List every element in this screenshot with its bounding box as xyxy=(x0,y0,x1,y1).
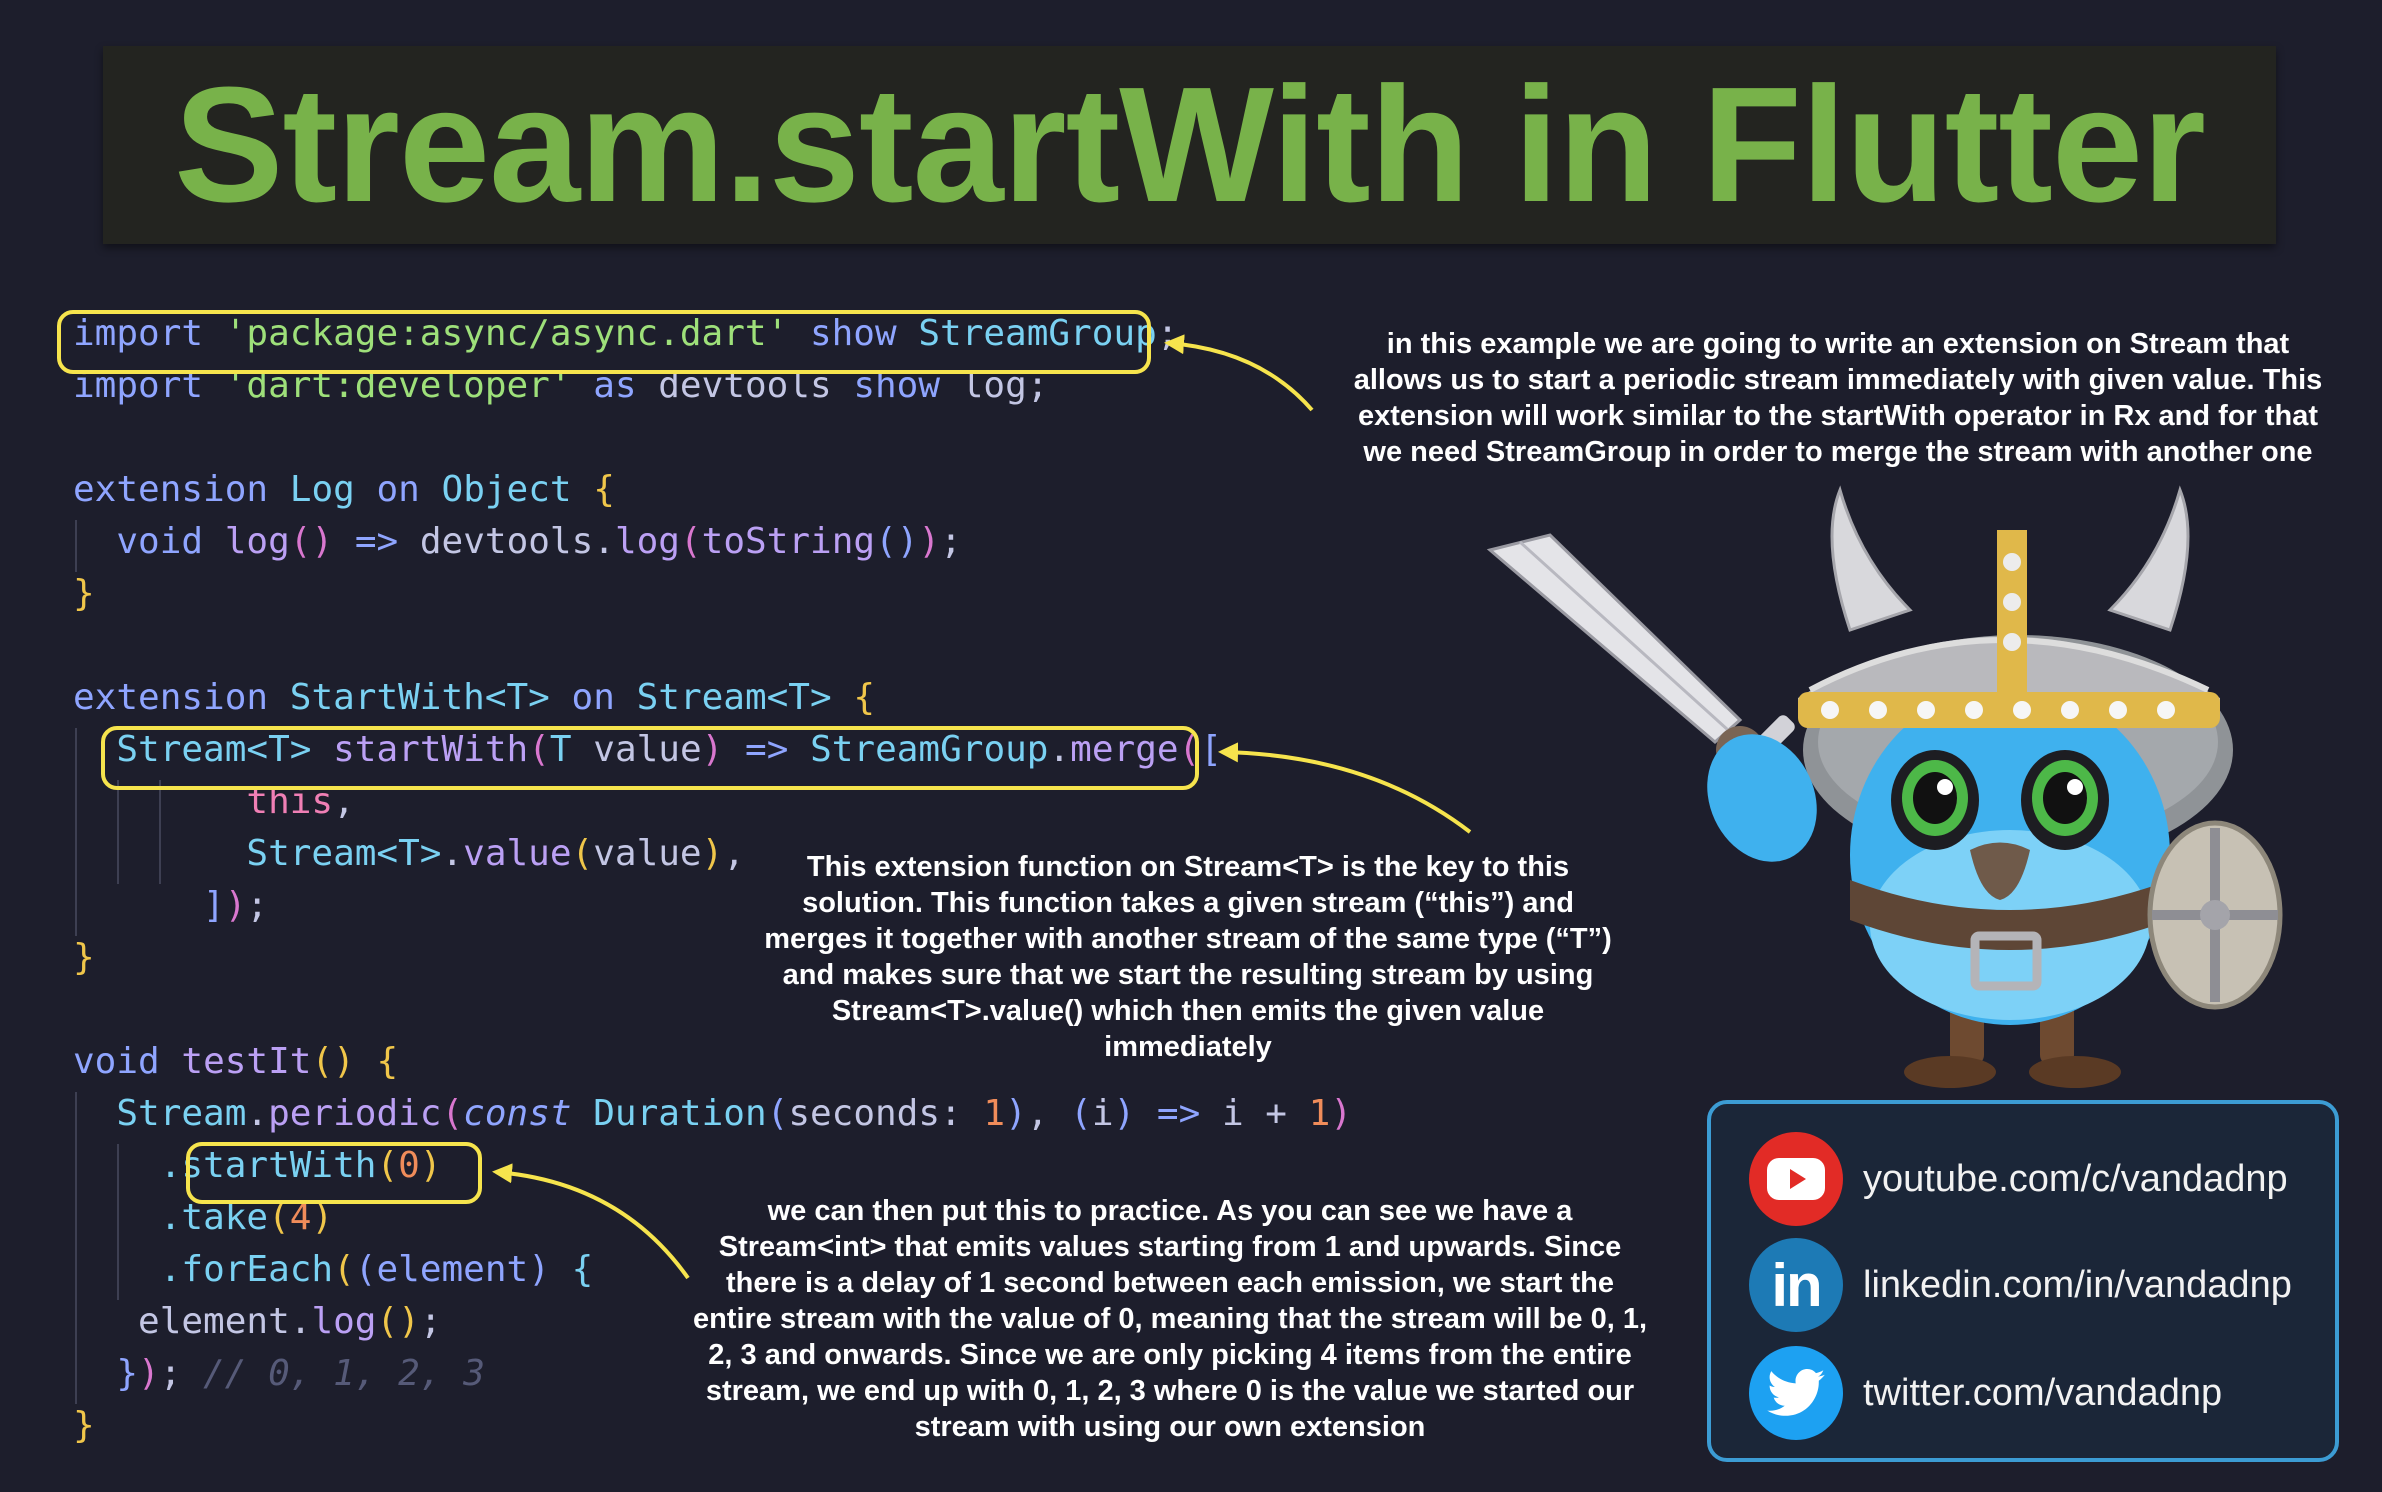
shield-icon xyxy=(2147,820,2283,1010)
youtube-icon xyxy=(1749,1132,1843,1226)
note-bottom: we can then put this to practice. As you… xyxy=(692,1195,1648,1443)
social-twitter-link[interactable]: twitter.com/vandadnp xyxy=(1749,1346,2222,1440)
arrow-to-signature xyxy=(1218,742,1472,834)
dash-viking-mascot-illustration xyxy=(1486,485,2283,1088)
social-youtube-link[interactable]: youtube.com/c/vandadnp xyxy=(1749,1132,2288,1226)
social-links-panel: youtube.com/c/vandadnp in linkedin.com/i… xyxy=(1707,1100,2339,1462)
social-linkedin-link[interactable]: in linkedin.com/in/vandadnp xyxy=(1749,1238,2292,1332)
linkedin-glyph: in xyxy=(1771,1251,1822,1319)
linkedin-url: linkedin.com/in/vandadnp xyxy=(1863,1263,2292,1306)
linkedin-icon: in xyxy=(1749,1238,1843,1332)
note-top: in this example we are going to write an… xyxy=(1353,328,2323,468)
twitter-url: twitter.com/vandadnp xyxy=(1863,1371,2223,1414)
twitter-icon xyxy=(1749,1346,1843,1440)
youtube-url: youtube.com/c/vandadnp xyxy=(1863,1157,2288,1200)
arrow-to-import xyxy=(1164,334,1314,412)
